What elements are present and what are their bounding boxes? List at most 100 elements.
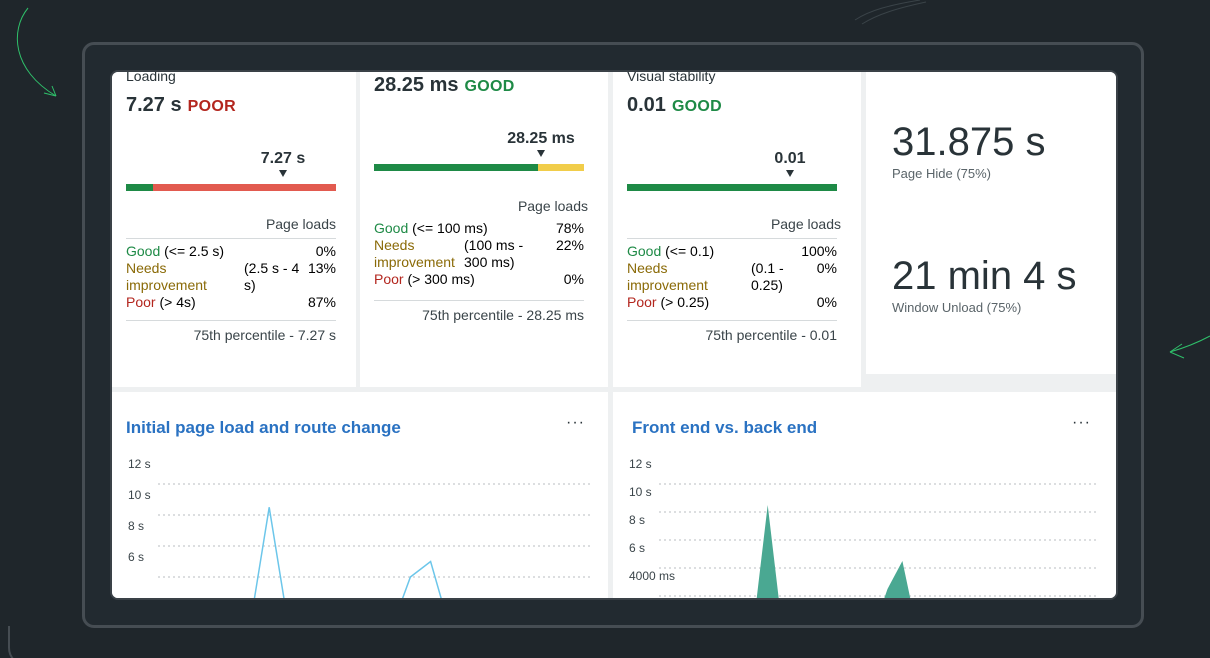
poor-label: Poor bbox=[126, 294, 156, 310]
row-good: Good (<= 2.5 s) 0% bbox=[126, 243, 336, 260]
metric-value-number: 7.27 s bbox=[126, 94, 182, 116]
series-line bbox=[756, 505, 911, 598]
good-range: (<= 0.1) bbox=[665, 243, 715, 259]
status-badge: POOR bbox=[187, 98, 236, 115]
distribution-bar bbox=[126, 184, 336, 191]
metric-value: 0.01 GOOD bbox=[627, 94, 722, 117]
good-label: Good bbox=[126, 243, 161, 259]
poor-label: Poor bbox=[627, 294, 657, 310]
loading-card: Loading 7.27 s POOR 7.27 s Page loads Goo… bbox=[112, 70, 356, 387]
percentile-marker: 0.01 bbox=[745, 150, 835, 177]
curved-arrow-decoration bbox=[16, 7, 57, 97]
good-label: Good bbox=[627, 243, 662, 259]
good-pct: 100% bbox=[801, 243, 837, 259]
y-tick-label: 6 s bbox=[629, 541, 645, 555]
good-pct: 78% bbox=[555, 220, 584, 236]
poor-pct: 0% bbox=[563, 271, 584, 287]
poor-range: (> 300 ms) bbox=[407, 271, 475, 287]
distribution-bar bbox=[627, 184, 837, 191]
y-tick-label: 6 s bbox=[128, 550, 144, 564]
good-label: Good bbox=[374, 220, 409, 236]
marker-triangle-icon bbox=[537, 150, 545, 157]
page-lifecycle-card: 31.875 s Page Hide (75%) 21 min 4 s Wind… bbox=[866, 72, 1116, 374]
marker-label: 7.27 s bbox=[260, 150, 306, 167]
good-pct: 0% bbox=[315, 243, 336, 259]
percentile-marker: 28.25 ms bbox=[496, 130, 586, 157]
needs-pct: 13% bbox=[307, 260, 336, 276]
needs-label: Needs improvement bbox=[627, 260, 708, 293]
more-options-button[interactable]: ··· bbox=[566, 414, 585, 432]
arrow-decoration-right bbox=[1169, 335, 1210, 359]
poor-range: (> 0.25) bbox=[660, 294, 710, 310]
row-good: Good (<= 100 ms) 78% bbox=[374, 220, 584, 237]
distribution-bar bbox=[374, 164, 584, 171]
laptop-base bbox=[8, 626, 1210, 658]
chart-title[interactable]: Front end vs. back end bbox=[632, 418, 817, 438]
card-title: Loading bbox=[126, 70, 176, 84]
dashboard-screen: Loading 7.27 s POOR 7.27 s Page loads Goo… bbox=[110, 70, 1118, 600]
window-unload-label: Window Unload (75%) bbox=[892, 300, 1022, 315]
row-good: Good (<= 0.1) 100% bbox=[627, 243, 837, 260]
page-hide-value: 31.875 s bbox=[892, 120, 1046, 164]
page-hide-label: Page Hide (75%) bbox=[892, 166, 991, 181]
y-tick-label: 10 s bbox=[128, 488, 151, 502]
needs-label: Needs improvement bbox=[374, 237, 455, 270]
y-tick-label: 10 s bbox=[629, 485, 652, 499]
marker-label: 28.25 ms bbox=[507, 130, 575, 147]
scribble-decoration bbox=[854, 0, 927, 25]
chart-title[interactable]: Initial page load and route change bbox=[126, 418, 401, 438]
marker-triangle-icon bbox=[279, 170, 287, 177]
metric-value-number: 0.01 bbox=[627, 94, 666, 116]
y-tick-label: 4000 ms bbox=[629, 569, 675, 583]
row-poor: Poor (> 0.25) 0% bbox=[627, 294, 837, 311]
poor-label: Poor bbox=[374, 271, 404, 287]
status-badge: GOOD bbox=[464, 78, 515, 95]
distribution-table: Good (<= 0.1) 100% Needs improvement (0.1… bbox=[627, 238, 837, 311]
marker-triangle-icon bbox=[786, 170, 794, 177]
y-tick-label: 12 s bbox=[629, 457, 652, 471]
poor-pct: 0% bbox=[816, 294, 837, 310]
status-badge: GOOD bbox=[671, 98, 723, 115]
metric-value-number: 28.25 ms bbox=[374, 74, 459, 96]
y-tick-label: 12 s bbox=[128, 457, 151, 471]
y-tick-label: 8 s bbox=[128, 519, 144, 533]
needs-range: (100 ms -300 ms) bbox=[464, 237, 524, 270]
poor-pct: 87% bbox=[307, 294, 336, 310]
initial-page-load-chart-card: Initial page load and route change ··· 1… bbox=[112, 392, 608, 598]
distribution-table: Good (<= 100 ms) 78% Needs improvement (1… bbox=[374, 220, 584, 288]
good-range: (<= 100 ms) bbox=[412, 220, 488, 236]
visual-stability-card: Visual stability 0.01 GOOD 0.01 Page load… bbox=[613, 70, 861, 387]
interactivity-card: 28.25 ms GOOD 28.25 ms Page loads Good (<… bbox=[360, 72, 608, 387]
page-loads-label: Page loads bbox=[265, 216, 336, 232]
bar-segment-needs-improvement bbox=[537, 164, 584, 171]
series-line bbox=[253, 507, 442, 598]
y-tick-label: 8 s bbox=[629, 513, 645, 527]
distribution-table: Good (<= 2.5 s) 0% Needs improvement (2.5… bbox=[126, 238, 336, 311]
poor-range: (> 4s) bbox=[159, 294, 196, 310]
needs-pct: 22% bbox=[555, 237, 584, 253]
more-options-button[interactable]: ··· bbox=[1072, 414, 1091, 432]
needs-range: (0.1 -0.25) bbox=[751, 260, 784, 293]
front-end-vs-back-end-chart-card: Front end vs. back end ··· 12 s 10 s 8 s 6 … bbox=[613, 392, 1116, 598]
bar-segment-good bbox=[374, 164, 538, 171]
row-needs-improvement: Needs improvement (0.1 -0.25) 0% bbox=[627, 260, 837, 294]
row-needs-improvement: Needs improvement (2.5 s - 4 s) 13% bbox=[126, 260, 336, 294]
row-poor: Poor (> 4s) 87% bbox=[126, 294, 336, 311]
chart-plot-area: 12 s 10 s 8 s 6 s 4000 ms bbox=[629, 457, 1097, 598]
percentile-summary: 75th percentile - 0.01 bbox=[627, 320, 837, 343]
page-loads-label: Page loads bbox=[770, 216, 841, 232]
percentile-summary: 75th percentile - 7.27 s bbox=[126, 320, 336, 343]
bar-segment-good bbox=[627, 184, 837, 191]
metric-value: 28.25 ms GOOD bbox=[374, 74, 515, 97]
bar-segment-good bbox=[126, 184, 154, 191]
bar-segment-poor bbox=[153, 184, 336, 191]
needs-pct: 0% bbox=[816, 260, 837, 276]
page-loads-label: Page loads bbox=[517, 198, 588, 214]
marker-label: 0.01 bbox=[774, 150, 806, 167]
chart-plot-area: 12 s 10 s 8 s 6 s bbox=[128, 457, 592, 598]
row-poor: Poor (> 300 ms) 0% bbox=[374, 271, 584, 288]
percentile-summary: 75th percentile - 28.25 ms bbox=[374, 300, 584, 323]
percentile-marker: 7.27 s bbox=[238, 150, 328, 177]
needs-range: (2.5 s - 4 s) bbox=[244, 260, 300, 293]
card-title: Visual stability bbox=[627, 70, 716, 84]
